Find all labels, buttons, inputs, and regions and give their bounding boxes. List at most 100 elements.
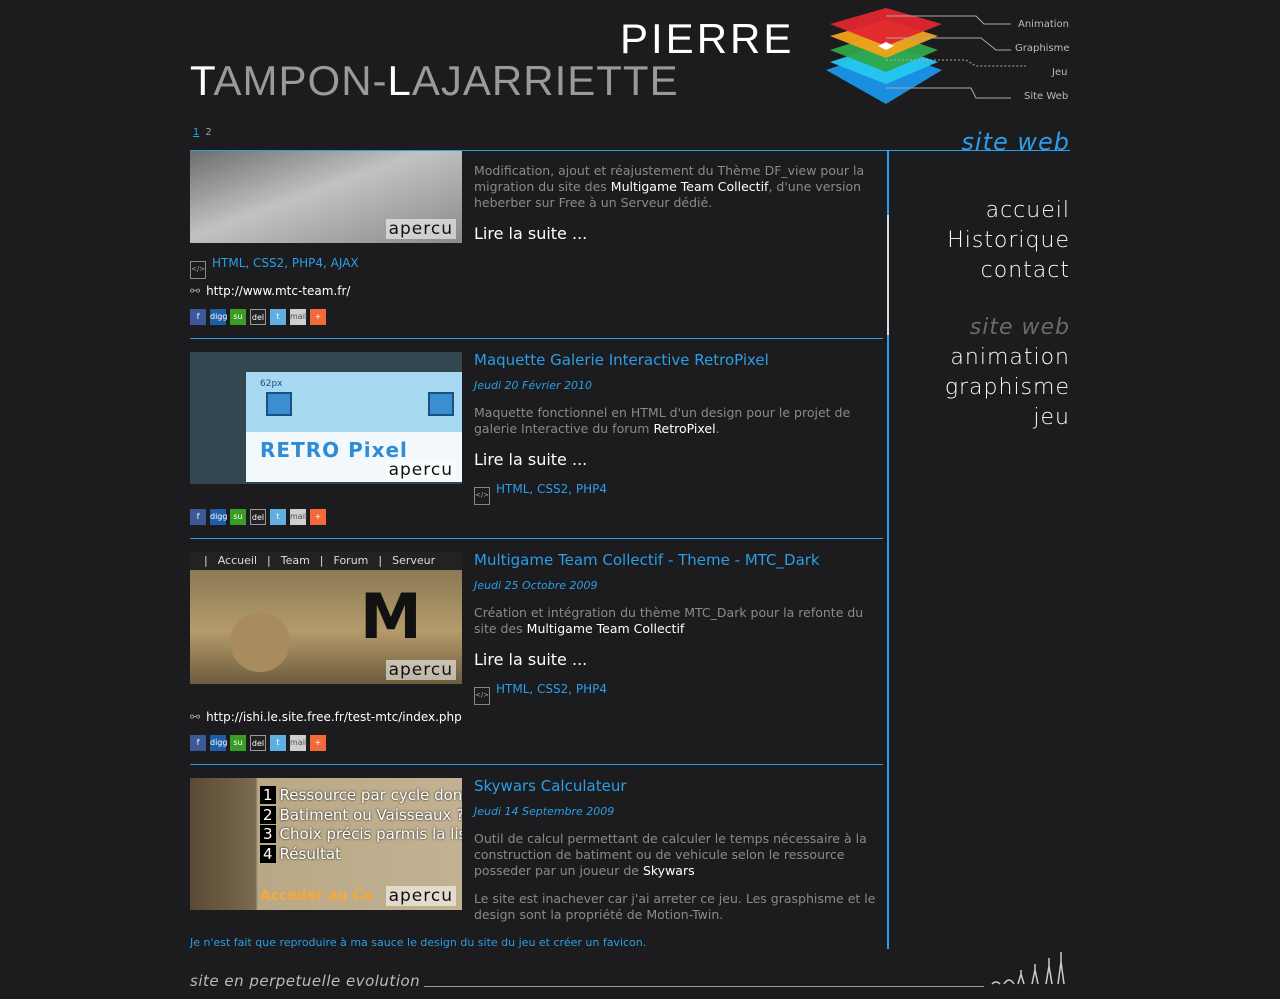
- thumb-list-item: Choix précis parmis la list: [279, 825, 462, 843]
- article-date: Jeudi 20 Février 2010: [474, 379, 592, 392]
- read-more-link[interactable]: Lire la suite ...: [474, 224, 587, 243]
- logo-link-jeu[interactable]: Jeu: [1052, 67, 1067, 78]
- section-nav: site web animation graphisme jeu: [945, 313, 1070, 433]
- thumb-list-item: Résultat: [279, 844, 341, 863]
- nav-item-historique[interactable]: Historique: [947, 226, 1070, 256]
- apercu-label: apercu: [385, 660, 456, 680]
- email-icon[interactable]: mail: [290, 309, 307, 325]
- nav-item-jeu[interactable]: jeu: [945, 403, 1070, 433]
- section-title: site web: [961, 128, 1070, 156]
- logo-link-graphisme[interactable]: Graphisme: [1015, 43, 1070, 54]
- thumb-character: [230, 612, 290, 672]
- link-icon: ⚯: [190, 284, 201, 298]
- url-link[interactable]: http://www.mtc-team.fr/: [206, 284, 350, 298]
- desc-highlight[interactable]: Multigame Team Collectif: [611, 179, 769, 194]
- title-letter: T: [190, 57, 214, 104]
- share-bar: f digg su del t mail +: [190, 735, 330, 751]
- email-icon[interactable]: mail: [290, 509, 307, 525]
- nav-item-contact[interactable]: contact: [947, 256, 1070, 286]
- article-footnote: Je n'est fait que reproduire à ma sauce …: [190, 936, 647, 949]
- thumb-dimension: 62px: [260, 379, 283, 389]
- desc-highlight[interactable]: Skywars: [643, 863, 695, 878]
- layers-logo: Animation Graphisme Jeu Site Web: [826, 6, 1076, 110]
- footer-text: site en perpetuelle evolution: [190, 972, 421, 990]
- title-letter: L: [387, 57, 412, 104]
- thumb-menu-item: Serveur: [392, 554, 436, 567]
- code-file-icon: </>: [190, 261, 206, 279]
- nav-item-animation[interactable]: animation: [945, 343, 1070, 373]
- nav-item-graphisme[interactable]: graphisme: [945, 373, 1070, 403]
- code-file-icon: </>: [474, 487, 490, 505]
- article-date: Jeudi 14 Septembre 2009: [474, 805, 615, 818]
- desc-text: .: [715, 421, 720, 436]
- nav-item-site-web[interactable]: site web: [945, 313, 1070, 343]
- thumb-logo-shape: M: [360, 580, 422, 653]
- pagination: 12: [193, 127, 218, 138]
- nav-item-accueil[interactable]: accueil: [947, 196, 1070, 226]
- apercu-label: apercu: [385, 460, 456, 480]
- article-date: Jeudi 25 Octobre 2009: [474, 579, 598, 592]
- tech-tags: </> HTML, CSS2, PHP4: [474, 482, 607, 505]
- page-link-2[interactable]: 2: [205, 127, 211, 138]
- stumbleupon-icon[interactable]: su: [230, 509, 246, 525]
- digg-icon[interactable]: digg: [210, 309, 227, 325]
- article-description: Modification, ajout et réajustement du T…: [474, 163, 884, 211]
- logo-link-site-web[interactable]: Site Web: [1024, 91, 1068, 102]
- tech-tags: </> HTML, CSS2, PHP4: [474, 682, 607, 705]
- read-more-link[interactable]: Lire la suite ...: [474, 650, 587, 669]
- article-url: ⚯ http://ishi.le.site.free.fr/test-mtc/in…: [190, 710, 462, 724]
- desc-highlight[interactable]: RetroPixel: [653, 421, 715, 436]
- thumb-logo-text: RETRO Pixel: [260, 438, 408, 462]
- article-separator: [190, 538, 883, 539]
- facebook-icon[interactable]: f: [190, 735, 206, 751]
- article-title[interactable]: Skywars Calculateur: [474, 777, 627, 795]
- article-thumbnail[interactable]: 1 Ressource par cycle dont 2 Batiment ou V…: [190, 778, 462, 910]
- thumb-list-item: Batiment ou Vaisseaux ?: [279, 805, 462, 824]
- facebook-icon[interactable]: f: [190, 309, 206, 325]
- facebook-icon[interactable]: f: [190, 509, 206, 525]
- scroll-indicator: [887, 215, 889, 335]
- addthis-icon[interactable]: +: [310, 509, 326, 525]
- article-thumbnail[interactable]: apercu: [190, 151, 462, 243]
- thumb-menu-item: Accueil: [217, 554, 257, 567]
- read-more-link[interactable]: Lire la suite ...: [474, 450, 587, 469]
- email-icon[interactable]: mail: [290, 735, 307, 751]
- logo-link-animation[interactable]: Animation: [1018, 19, 1069, 30]
- url-link[interactable]: http://ishi.le.site.free.fr/test-mtc/ind…: [206, 710, 462, 724]
- addthis-icon[interactable]: +: [310, 735, 326, 751]
- article-description: Outil de calcul permettant de calculer l…: [474, 831, 884, 879]
- thumb-list: 1 Ressource par cycle dont 2 Batiment ou V…: [260, 786, 462, 864]
- article-thumbnail[interactable]: 62px RETRO Pixel apercu: [190, 352, 462, 484]
- article-description: Création et intégration du thème MTC_Dar…: [474, 605, 884, 637]
- digg-icon[interactable]: digg: [210, 735, 227, 751]
- evolution-icon: [990, 948, 1070, 988]
- twitter-icon[interactable]: t: [270, 735, 286, 751]
- thumb-list-item: Ressource par cycle dont: [279, 786, 462, 804]
- delicious-icon[interactable]: del: [250, 309, 266, 325]
- desc-highlight[interactable]: Multigame Team Collectif: [527, 621, 685, 636]
- twitter-icon[interactable]: t: [270, 309, 286, 325]
- digg-icon[interactable]: digg: [210, 509, 227, 525]
- addthis-icon[interactable]: +: [310, 309, 326, 325]
- tech-list: HTML, CSS2, PHP4, AJAX: [212, 256, 359, 270]
- delicious-icon[interactable]: del: [250, 735, 266, 751]
- share-bar: f digg su del t mail +: [190, 509, 330, 525]
- site-title-last: TAMPON-LAJARRIETTE: [190, 56, 679, 106]
- thumb-menu: | Accueil | Team | Forum | Serveur: [204, 554, 436, 567]
- stumbleupon-icon[interactable]: su: [230, 735, 246, 751]
- article-title[interactable]: Maquette Galerie Interactive RetroPixel: [474, 351, 769, 369]
- page-link-1[interactable]: 1: [193, 127, 199, 138]
- tech-list: HTML, CSS2, PHP4: [496, 682, 608, 696]
- link-icon: ⚯: [190, 710, 201, 724]
- share-bar: f digg su del t mail +: [190, 309, 330, 325]
- article-description: Maquette fonctionnel en HTML d'un design…: [474, 405, 884, 437]
- title-part: AMPON-: [213, 57, 388, 104]
- tech-tags: </> HTML, CSS2, PHP4, AJAX: [190, 256, 359, 279]
- apercu-label: apercu: [385, 219, 456, 239]
- article-thumbnail[interactable]: | Accueil | Team | Forum | Serveur M apercu: [190, 552, 462, 684]
- twitter-icon[interactable]: t: [270, 509, 286, 525]
- delicious-icon[interactable]: del: [250, 509, 266, 525]
- article-title[interactable]: Multigame Team Collectif - Theme - MTC_D…: [474, 551, 820, 569]
- footer-line: [424, 986, 984, 987]
- stumbleupon-icon[interactable]: su: [230, 309, 246, 325]
